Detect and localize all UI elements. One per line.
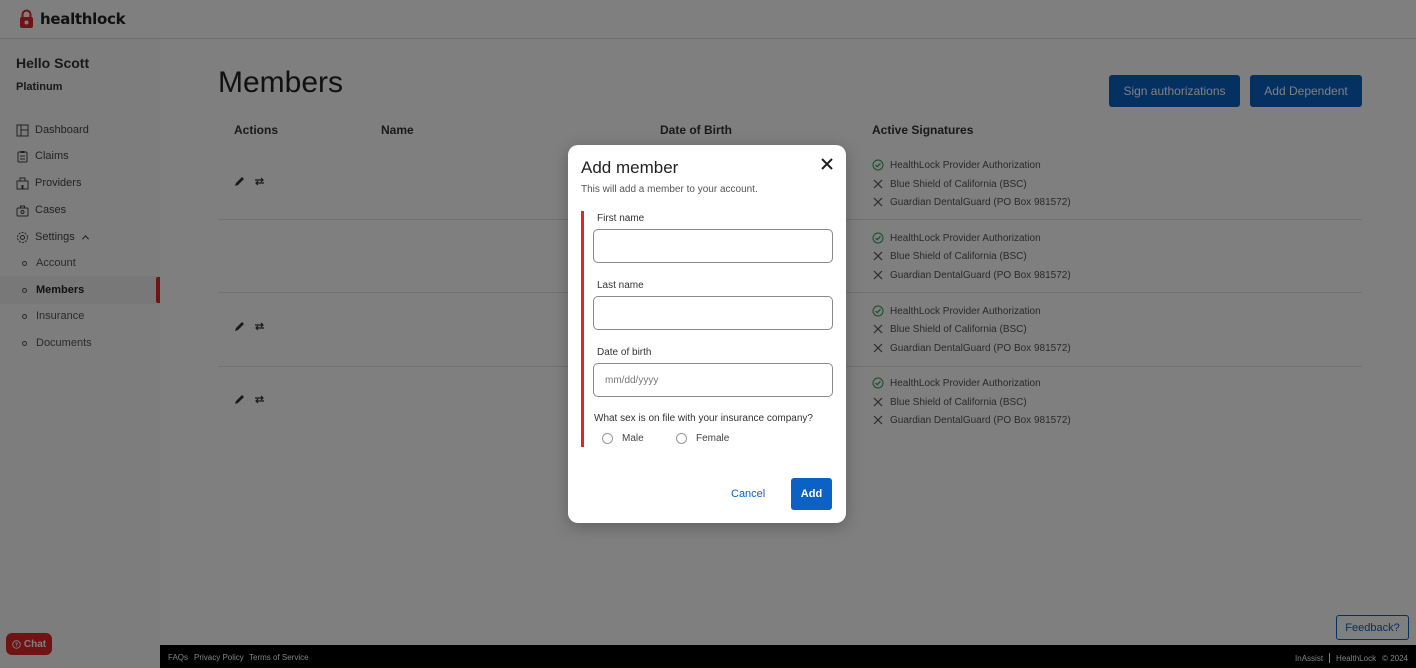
add-button[interactable]: Add: [791, 478, 832, 510]
validation-error-bar: [581, 211, 584, 447]
sex-option-male[interactable]: Male: [602, 433, 644, 444]
radio-button[interactable]: [676, 433, 687, 444]
dialog-subtitle: This will add a member to your account.: [581, 184, 758, 195]
dob-input[interactable]: [593, 363, 833, 397]
first-name-label: First name: [597, 213, 645, 224]
cancel-button[interactable]: Cancel: [731, 488, 765, 500]
close-icon[interactable]: [819, 156, 835, 172]
last-name-input[interactable]: [593, 296, 833, 330]
dialog-title: Add member: [581, 158, 679, 177]
sex-question: What sex is on file with your insurance …: [594, 413, 813, 424]
radio-button[interactable]: [602, 433, 613, 444]
dob-label: Date of birth: [597, 347, 652, 358]
add-member-dialog: Add member This will add a member to you…: [568, 145, 846, 523]
radio-label: Male: [622, 433, 644, 444]
radio-label: Female: [696, 433, 730, 444]
first-name-input[interactable]: [593, 229, 833, 263]
last-name-label: Last name: [597, 280, 644, 291]
sex-option-female[interactable]: Female: [676, 433, 729, 444]
